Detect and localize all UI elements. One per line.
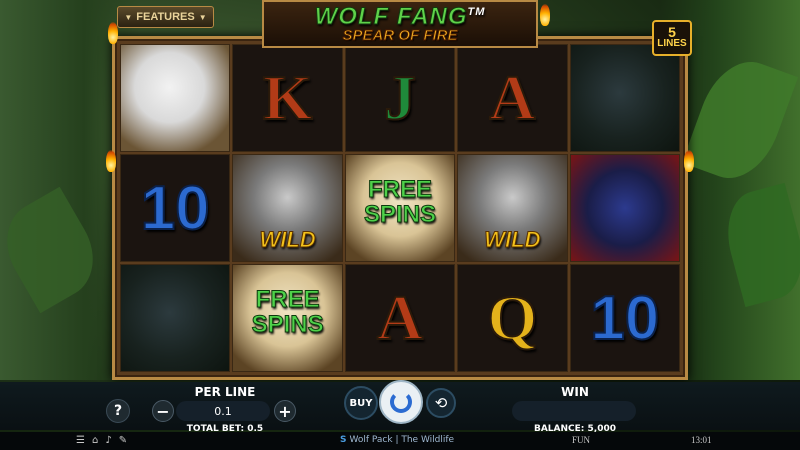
win-label: WIN — [561, 385, 589, 399]
menu-icon[interactable]: ☰ — [76, 435, 85, 446]
reel-cell-a: A — [344, 264, 456, 372]
k-symbol: K — [262, 62, 314, 133]
ten-symbol: 10 — [140, 173, 211, 244]
wild-label: WILD — [259, 227, 316, 253]
home-icon[interactable]: ⌂ — [92, 435, 98, 446]
spin-button[interactable] — [379, 380, 423, 424]
q-symbol: Q — [487, 282, 539, 353]
increase-bet-button[interactable]: + — [274, 400, 296, 422]
reel-cell-a: A — [457, 44, 568, 152]
chevron-down-icon: ▼ — [124, 12, 133, 22]
reel-cell-free-spins: FREE SPINS — [232, 264, 343, 372]
clock: 13:01 — [691, 435, 712, 445]
autoplay-button[interactable]: ⟲ — [426, 388, 456, 418]
reel-cell-snake — [120, 264, 231, 372]
ten-symbol: 10 — [589, 283, 660, 354]
reel-cell-wolf-wild: WILD — [232, 154, 343, 262]
lines-label: LINES — [657, 38, 687, 49]
free-spins-label: FREE SPINS — [251, 285, 324, 338]
win-display — [512, 401, 636, 421]
mode-label: FUN — [572, 435, 591, 445]
provider-logo-icon: S — [340, 435, 347, 445]
torch-icon — [540, 4, 550, 26]
buy-button[interactable]: BUY — [344, 386, 378, 420]
reel-cell-j: J — [344, 44, 456, 152]
reel-cell-free-spins: FREE SPINS — [344, 154, 456, 262]
reel-grid: K J A 10 WILD FREE SPINS WILD FREE SPINS A… — [120, 44, 680, 372]
j-symbol: J — [383, 62, 417, 133]
a-symbol: A — [376, 282, 424, 353]
status-bar: ☰ ⌂ ♪ ✎ S Wolf Pack | The Wildlife FUN 13… — [0, 432, 800, 450]
features-button[interactable]: ▼ FEATURES ▼ — [117, 6, 214, 28]
chevron-down-icon: ▼ — [198, 12, 207, 22]
per-line-label: PER LINE — [194, 385, 256, 399]
free-spins-label: FREE SPINS — [363, 175, 436, 228]
reel-cell-q: Q — [457, 264, 568, 372]
reel-cell-ten: 10 — [569, 264, 680, 372]
reel-cell-ten: 10 — [120, 154, 231, 262]
autoplay-icon: ⟲ — [434, 394, 448, 412]
reel-cell-eagle — [120, 44, 231, 152]
game-subtitle: SPEAR OF FIRE — [342, 27, 458, 45]
features-button-label: FEATURES — [136, 11, 195, 23]
settings-icon[interactable]: ✎ — [119, 435, 127, 446]
per-line-value: 0.1 — [176, 401, 270, 421]
wild-label: WILD — [484, 227, 541, 253]
reel-cell-k: K — [232, 44, 343, 152]
lines-badge: 5 LINES — [652, 20, 692, 56]
a-symbol: A — [488, 62, 536, 133]
snake-symbol-icon — [121, 265, 230, 371]
status-icons: ☰ ⌂ ♪ ✎ — [76, 435, 127, 446]
help-button[interactable]: ? — [106, 399, 130, 423]
game-title-plate: WOLF FANGTM SPEAR OF FIRE — [262, 0, 538, 48]
reel-cell-snake — [569, 44, 680, 152]
torch-icon — [106, 150, 116, 172]
lines-count: 5 — [668, 24, 676, 40]
sound-icon[interactable]: ♪ — [105, 435, 111, 446]
snake-symbol-icon — [570, 45, 679, 151]
status-game-title: S Wolf Pack | The Wildlife — [340, 435, 455, 445]
reel-cell-wolf-wild: WILD — [457, 154, 568, 262]
eagle-symbol-icon — [121, 45, 230, 151]
reel-cell-gorilla — [569, 154, 680, 262]
torch-icon — [684, 150, 694, 172]
spin-icon — [390, 391, 412, 413]
decrease-bet-button[interactable]: − — [152, 400, 174, 422]
gorilla-symbol-icon — [570, 155, 679, 261]
